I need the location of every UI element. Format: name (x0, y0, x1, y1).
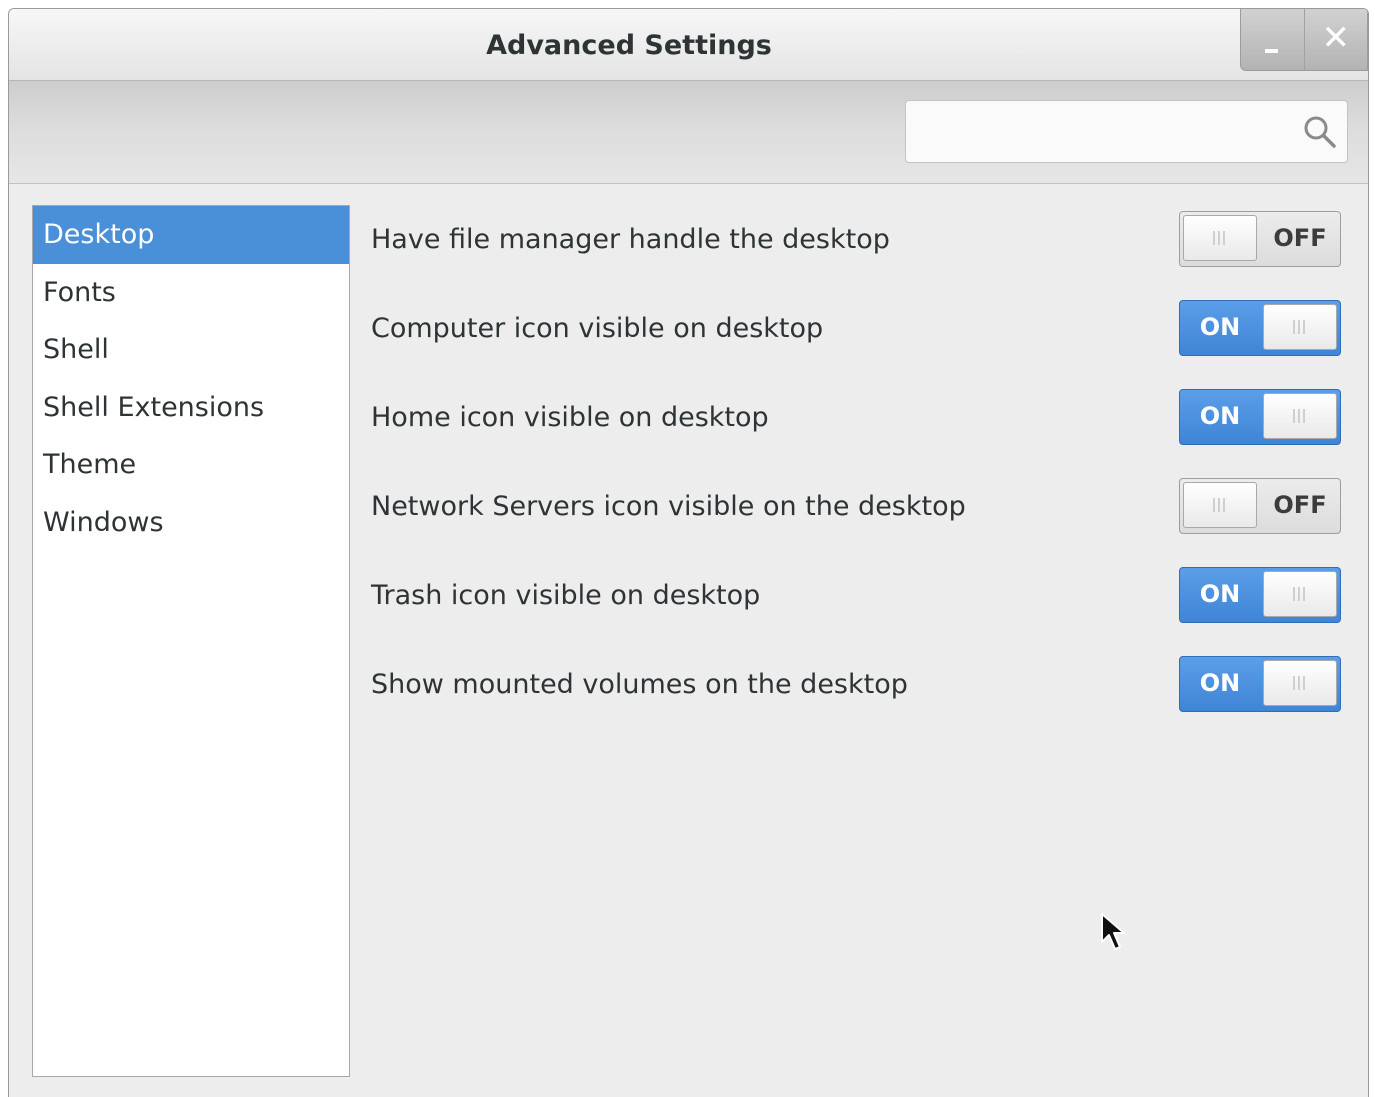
switch-knob[interactable] (1263, 304, 1337, 350)
switch-knob[interactable] (1183, 482, 1257, 528)
setting-label: Home icon visible on desktop (371, 402, 769, 433)
sidebar-item-desktop[interactable]: Desktop (33, 206, 349, 264)
switch-state-label: OFF (1273, 224, 1327, 252)
title-bar[interactable]: Advanced Settings ✕ (9, 9, 1368, 81)
switch-state-label: ON (1199, 580, 1241, 608)
file-manager-desktop-switch[interactable]: OFF (1179, 211, 1341, 267)
header-toolbar (9, 81, 1368, 184)
setting-row-computer-icon: Computer icon visible on desktop ON (371, 294, 1341, 383)
sidebar-item-label: Windows (43, 506, 164, 538)
sidebar-item-shell[interactable]: Shell (33, 321, 349, 379)
sidebar-item-theme[interactable]: Theme (33, 436, 349, 494)
search-input[interactable] (918, 109, 1302, 155)
network-servers-icon-switch[interactable]: OFF (1179, 478, 1341, 534)
switch-knob[interactable] (1263, 393, 1337, 439)
switch-state-label: ON (1199, 313, 1241, 341)
setting-label: Have file manager handle the desktop (371, 224, 890, 255)
minimize-icon (1265, 49, 1278, 53)
setting-row-mounted-volumes: Show mounted volumes on the desktop ON (371, 650, 1341, 739)
mounted-volumes-switch[interactable]: ON (1179, 656, 1341, 712)
setting-row-network-servers-icon: Network Servers icon visible on the desk… (371, 472, 1341, 561)
search-icon[interactable] (1303, 115, 1337, 149)
sidebar-item-label: Fonts (43, 276, 116, 308)
switch-knob[interactable] (1183, 215, 1257, 261)
sidebar-item-shell-extensions[interactable]: Shell Extensions (33, 379, 349, 437)
switch-state-label: OFF (1273, 491, 1327, 519)
grip-icon (1293, 320, 1307, 334)
advanced-settings-window: Advanced Settings ✕ Desktop Fonts Shell (8, 8, 1369, 1097)
close-button[interactable]: ✕ (1303, 9, 1368, 70)
mouse-pointer-icon (1101, 913, 1125, 950)
setting-label: Network Servers icon visible on the desk… (371, 491, 966, 522)
desktop-settings-panel: Have file manager handle the desktop OFF… (371, 205, 1341, 739)
switch-knob[interactable] (1263, 571, 1337, 617)
setting-row-file-manager-desktop: Have file manager handle the desktop OFF (371, 205, 1341, 294)
grip-icon (1293, 587, 1307, 601)
search-field[interactable] (905, 100, 1348, 163)
trash-icon-switch[interactable]: ON (1179, 567, 1341, 623)
grip-icon (1213, 231, 1227, 245)
sidebar-item-label: Theme (43, 449, 137, 480)
window-title: Advanced Settings (486, 30, 772, 61)
grip-icon (1213, 498, 1227, 512)
sidebar-item-label: Shell (43, 334, 109, 365)
sidebar-item-fonts[interactable]: Fonts (33, 264, 349, 322)
category-sidebar: Desktop Fonts Shell Shell Extensions The… (32, 205, 350, 1077)
grip-icon (1293, 409, 1307, 423)
switch-state-label: ON (1199, 669, 1241, 697)
home-icon-switch[interactable]: ON (1179, 389, 1341, 445)
switch-knob[interactable] (1263, 660, 1337, 706)
setting-row-trash-icon: Trash icon visible on desktop ON (371, 561, 1341, 650)
minimize-button[interactable] (1241, 9, 1304, 70)
grip-icon (1293, 676, 1307, 690)
window-controls: ✕ (1240, 9, 1368, 71)
sidebar-item-label: Shell Extensions (43, 391, 265, 423)
computer-icon-switch[interactable]: ON (1179, 300, 1341, 356)
switch-state-label: ON (1199, 402, 1241, 430)
sidebar-item-label: Desktop (43, 219, 155, 250)
setting-label: Show mounted volumes on the desktop (371, 669, 908, 700)
setting-row-home-icon: Home icon visible on desktop ON (371, 383, 1341, 472)
close-icon: ✕ (1321, 18, 1351, 58)
setting-label: Computer icon visible on desktop (371, 313, 824, 344)
setting-label: Trash icon visible on desktop (371, 580, 761, 611)
sidebar-item-windows[interactable]: Windows (33, 494, 349, 552)
